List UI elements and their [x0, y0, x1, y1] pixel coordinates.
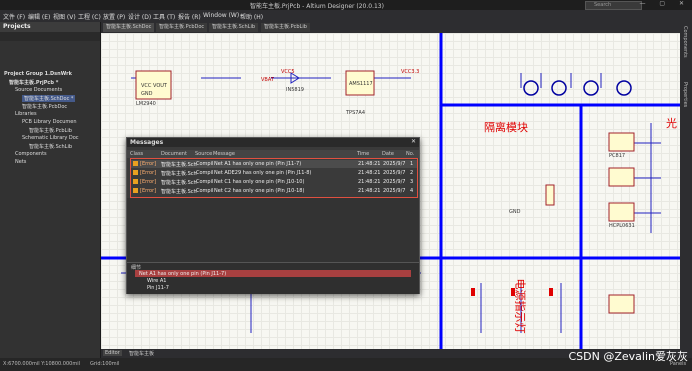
col-date[interactable]: Date	[382, 151, 394, 157]
details-net[interactable]: Net A1 has only one pin (Pin J11-7)	[139, 271, 226, 277]
opto-section-label: 光	[666, 117, 677, 130]
error-icon	[133, 161, 138, 166]
properties-panel-tab[interactable]: Properties	[682, 82, 688, 107]
menu-window[interactable]: Window (W)	[203, 12, 239, 19]
tree-project[interactable]: 智能车主板.PrjPcb *	[9, 79, 58, 86]
isolation-module-label: 隔离模块	[484, 121, 528, 134]
status-grid: Grid:100mil	[90, 361, 120, 367]
menu-view[interactable]: 视图 (V)	[53, 12, 76, 21]
tab-schlib[interactable]: 智能车主板.SchLib	[209, 23, 259, 32]
right-panel-strip: Components Properties	[680, 22, 692, 358]
menu-file[interactable]: 文件 (F)	[3, 12, 25, 21]
tree-source-documents[interactable]: Source Documents	[15, 87, 62, 93]
col-time[interactable]: Time	[357, 151, 369, 157]
tree-project-group[interactable]: Project Group 1.DsnWrk	[4, 71, 72, 77]
menu-project[interactable]: 工程 (C)	[78, 12, 101, 21]
tree-schdoc[interactable]: 智能车主板.SchDoc *	[22, 95, 76, 102]
messages-empty-area	[127, 198, 419, 262]
col-no[interactable]: No.	[406, 151, 414, 157]
pin-vout: VOUT	[153, 83, 167, 89]
part-tps7a4: TPS7A4	[346, 110, 366, 116]
details-wire[interactable]: Wire A1	[147, 278, 166, 284]
tab-pcblib[interactable]: 智能车主板.PcbLib	[261, 23, 310, 32]
projects-panel-title: Projects	[0, 22, 100, 32]
menu-reports[interactable]: 报告 (R)	[178, 12, 201, 21]
window-title: 智能车主板.PrjPcb - Altium Designer (20.0.13)	[250, 3, 384, 10]
messages-panel: Messages ✕ Class Document Source Message…	[126, 137, 420, 294]
menu-design[interactable]: 设计 (D)	[128, 12, 151, 21]
tree-pcb-library-folder[interactable]: PCB Library Documen	[22, 119, 77, 125]
part-in5819: IN5819	[286, 87, 304, 93]
message-row[interactable]: [Error] 智能车主板.Sch Compil Net A1 has only…	[131, 160, 417, 168]
part-lm2940: LM2940	[136, 101, 156, 107]
error-icon	[133, 179, 138, 184]
message-row[interactable]: [Error] 智能车主板.Sch Compil Net ADE29 has o…	[131, 169, 417, 177]
details-pane: 细节 Net A1 has only one pin (Pin J11-7) W…	[127, 262, 419, 294]
details-pin[interactable]: Pin J11-7	[147, 285, 169, 291]
menu-help[interactable]: 帮助 (H)	[240, 12, 263, 21]
pin-gnd: GND	[141, 91, 153, 97]
tree-libraries[interactable]: Libraries	[15, 111, 37, 117]
net-vcc5: VCC5	[281, 69, 295, 75]
tab-schdoc[interactable]: 智能车主板.SchDoc	[103, 23, 155, 32]
menu-tools[interactable]: 工具 (T)	[153, 12, 175, 21]
tree-pcblib[interactable]: 智能车主板.PcbLib	[29, 127, 72, 134]
tree-nets[interactable]: Nets	[15, 159, 26, 165]
pin-vcc: VCC	[141, 83, 152, 89]
net-gnd: GND	[509, 209, 521, 215]
window-controls[interactable]: — ▢ ✕	[639, 0, 690, 7]
messages-list: [Error] 智能车主板.Sch Compil Net A1 has only…	[130, 158, 418, 198]
part-pc817: PC817	[609, 153, 626, 159]
close-icon[interactable]: ✕	[411, 138, 416, 145]
tree-sch-library-folder[interactable]: Schematic Library Doc	[22, 135, 79, 141]
messages-header: Class Document Source Message Time Date …	[127, 150, 419, 158]
message-row[interactable]: [Error] 智能车主板.Sch Compil Net C2 has only…	[131, 187, 417, 195]
col-document[interactable]: Document	[161, 151, 187, 157]
part-ams1117: AMS1117	[349, 81, 373, 87]
error-icon	[133, 170, 138, 175]
search-input[interactable]: Search	[585, 1, 642, 10]
col-source[interactable]: Source	[195, 151, 212, 157]
tree-pcbdoc[interactable]: 智能车主板.PcbDoc	[22, 103, 67, 110]
menu-place[interactable]: 放置 (P)	[103, 12, 125, 21]
messages-title: Messages	[127, 138, 419, 147]
part-hcpl0631: HCPL0631	[609, 223, 635, 229]
watermark: CSDN @Zevalin爱灰灰	[568, 350, 689, 363]
col-class[interactable]: Class	[130, 151, 143, 157]
tree-components[interactable]: Components	[15, 151, 47, 157]
projects-toolbar[interactable]	[0, 32, 100, 41]
col-message[interactable]: Message	[213, 151, 235, 157]
components-panel-tab[interactable]: Components	[682, 26, 688, 58]
message-row[interactable]: [Error] 智能车主板.Sch Compil Net C1 has only…	[131, 178, 417, 186]
tab-editor[interactable]: Editor	[103, 350, 122, 356]
document-tabs: 智能车主板.SchDoc 智能车主板.PcbDoc 智能车主板.SchLib 智…	[101, 22, 680, 33]
tree-schlib[interactable]: 智能车主板.SchLib	[29, 143, 72, 150]
title-bar: 智能车主板.PrjPcb - Altium Designer (20.0.13)…	[0, 0, 692, 10]
net-vcc33: VCC3.3	[401, 69, 420, 75]
projects-panel: Projects Project Group 1.DsnWrk 智能车主板.Pr…	[0, 22, 101, 358]
error-icon	[133, 188, 138, 193]
tab-pcbdoc[interactable]: 智能车主板.PcbDoc	[156, 23, 208, 32]
search-placeholder: Search	[594, 2, 612, 8]
menu-edit[interactable]: 编辑 (E)	[28, 12, 50, 21]
power-indicator-label: 电源指示灯	[513, 278, 527, 334]
tab-document[interactable]: 智能车主板	[127, 350, 156, 357]
status-coords: X:6700.000mil Y:10800.000mil	[3, 361, 80, 367]
net-vbat: VBAT	[261, 77, 274, 83]
